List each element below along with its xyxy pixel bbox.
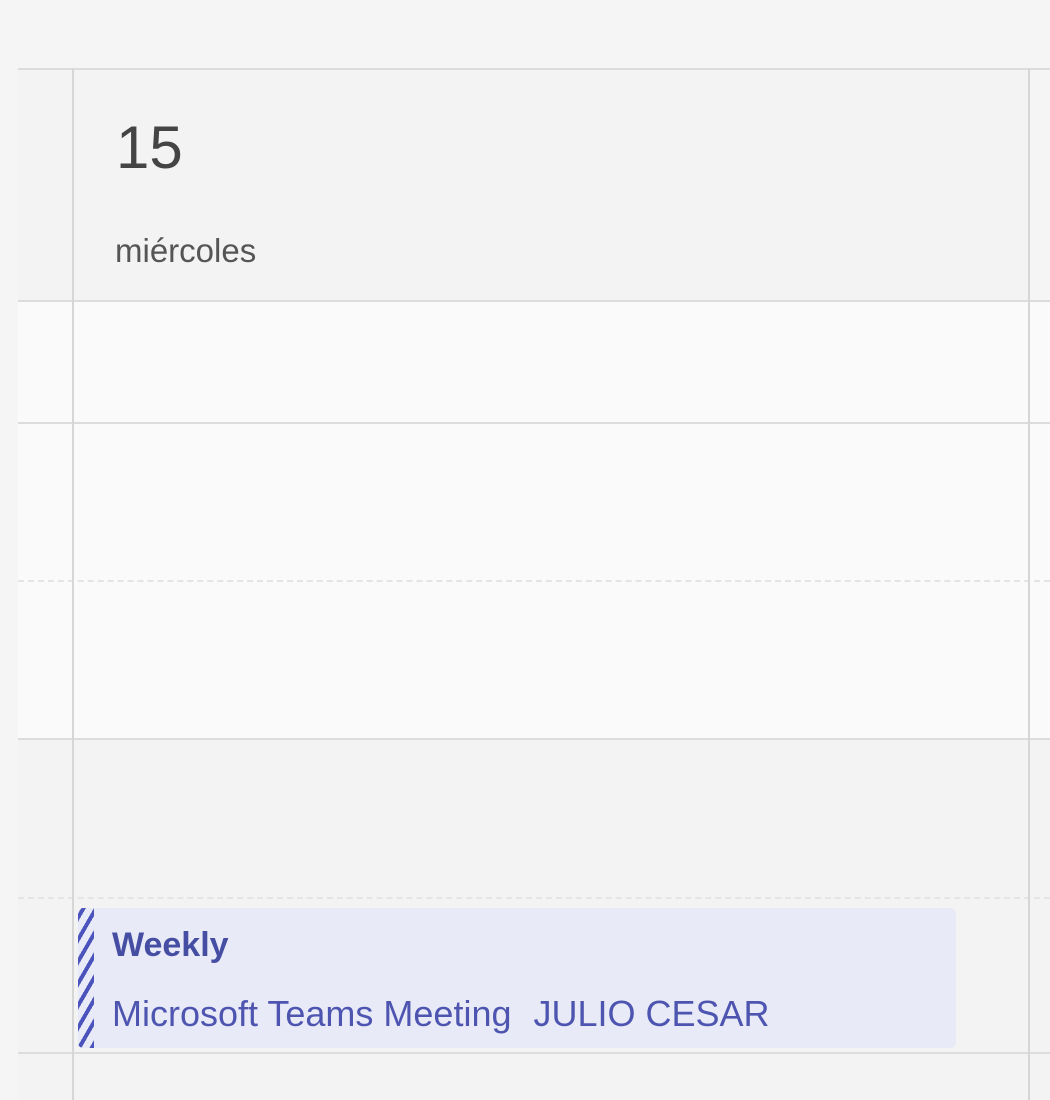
event-status-stripe	[78, 908, 94, 1048]
calendar-top-band	[0, 0, 1050, 68]
event-details: Microsoft Teams Meeting JULIO CESAR	[112, 996, 770, 1032]
time-gutter-header	[18, 70, 72, 300]
grid-line	[18, 1052, 1050, 1054]
grid-line	[18, 422, 1050, 424]
half-hour-line	[18, 897, 1050, 899]
time-slot[interactable]	[18, 302, 1050, 422]
event-title: Weekly	[112, 926, 229, 964]
column-divider	[72, 68, 74, 1100]
half-hour-line	[18, 580, 1050, 582]
calendar-event-card[interactable]: Weekly Microsoft Teams Meeting JULIO CESA…	[78, 908, 956, 1048]
grid-line	[18, 68, 1050, 70]
time-slot[interactable]	[18, 1054, 1050, 1100]
weekday-label: miércoles	[115, 232, 257, 269]
date-number[interactable]: 15	[116, 118, 183, 178]
column-divider	[1028, 68, 1030, 1100]
event-location: Microsoft Teams Meeting	[112, 993, 512, 1034]
grid-line	[18, 738, 1050, 740]
calendar-week-view: 15 miércoles Weekly Microsoft Teams Meet…	[0, 0, 1050, 1100]
grid-line	[18, 300, 1050, 302]
event-organizer: JULIO CESAR	[533, 993, 770, 1034]
